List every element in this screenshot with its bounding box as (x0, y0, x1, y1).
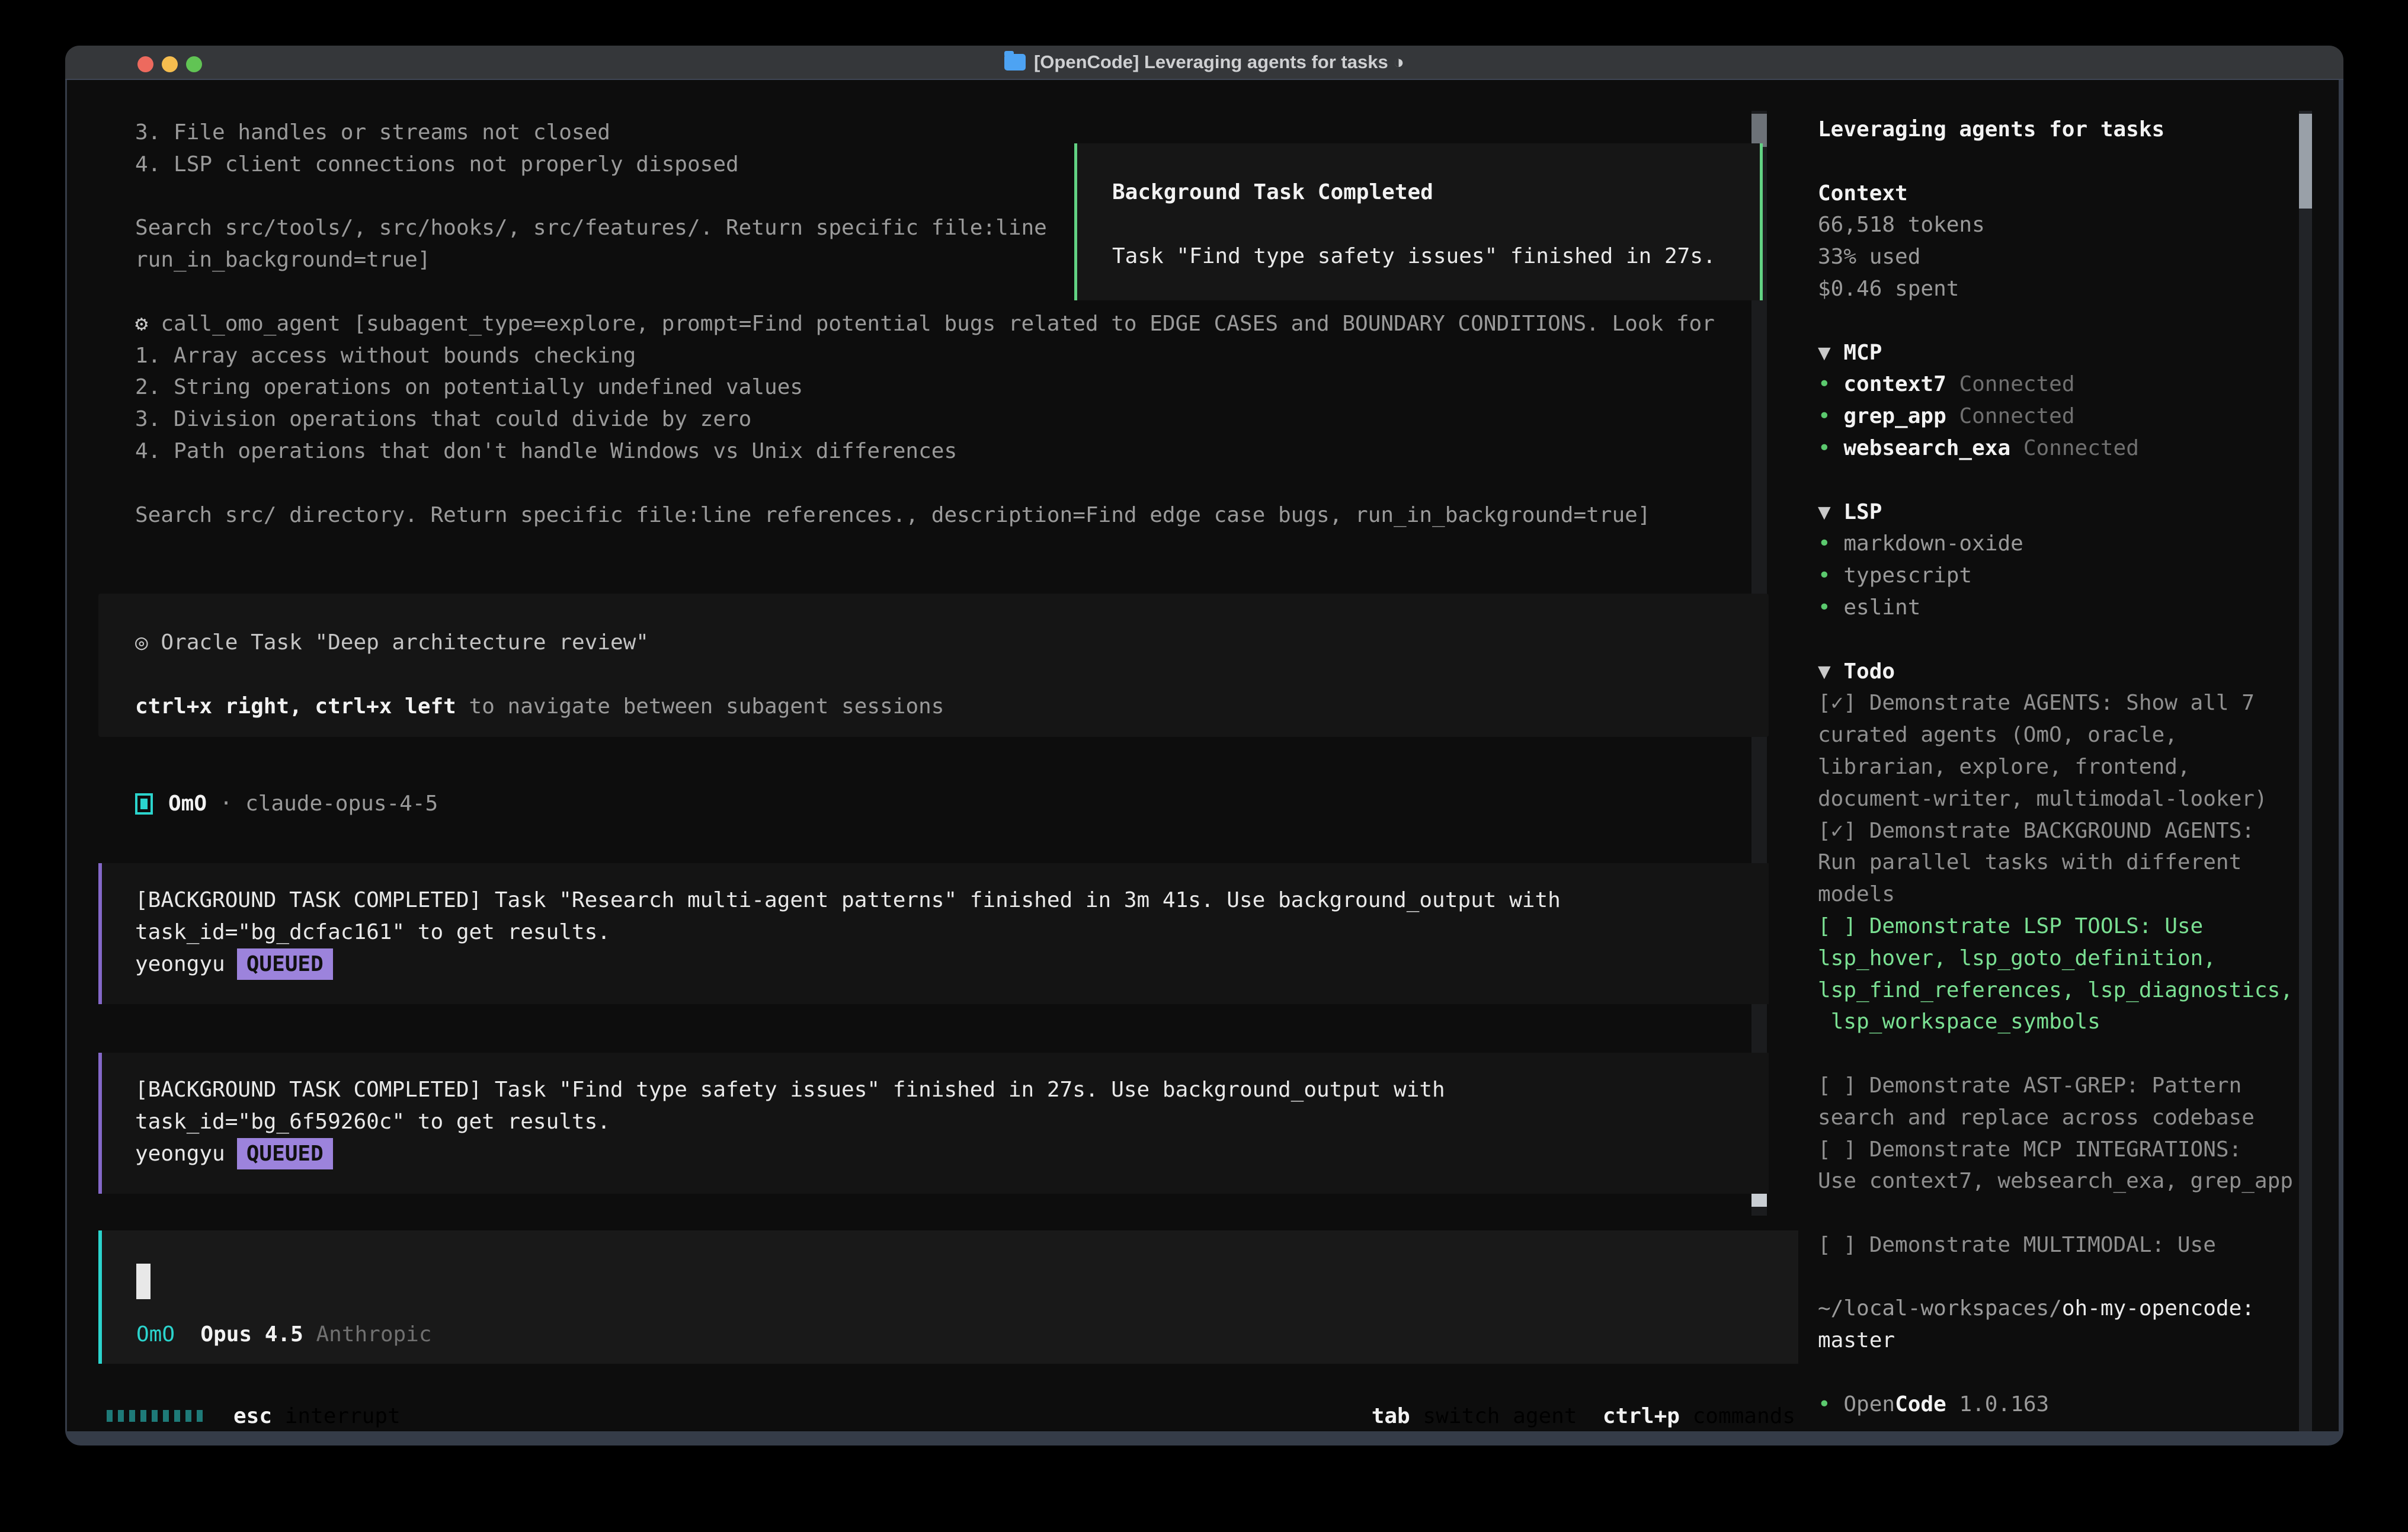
todo-item: [✓] Demonstrate AGENTS: Show all 7 curat… (1818, 687, 2299, 815)
background-task-block: [BACKGROUND TASK COMPLETED] Task "Resear… (98, 863, 1769, 1004)
tool-call-text: call_omo_agent [subagent_type=explore, p… (161, 312, 1715, 336)
oracle-task-title: ◎ Oracle Task "Deep architecture review" (135, 627, 1769, 659)
bullet-icon: • (1818, 372, 1843, 396)
notification-title: Background Task Completed (1112, 177, 1760, 209)
dot-separator: · (220, 791, 233, 816)
context-used: 33% used (1818, 241, 2299, 273)
oracle-hint: ctrl+x right, ctrl+x left to navigate be… (135, 691, 1769, 723)
tool-call-item: 1. Array access without bounds checking (135, 340, 1776, 372)
zoom-button[interactable] (186, 56, 202, 72)
agent-name: OmO (168, 791, 207, 816)
model-info-line: OmO Opus 4.5 Anthropic (136, 1319, 432, 1351)
task-text-line2: task_id="bg_dcfac161" to get results. (135, 916, 1769, 948)
tool-call-item: 2. String operations on potentially unde… (135, 371, 1776, 403)
notification-body: Task "Find type safety issues" finished … (1112, 241, 1760, 273)
mcp-item: • websearch_exa Connected (1818, 432, 2299, 464)
task-text-line1: [BACKGROUND TASK COMPLETED] Task "Find t… (135, 1074, 1769, 1106)
context-header: Context (1818, 178, 2299, 210)
main-scrollbar-thumb-top[interactable] (1751, 114, 1767, 147)
opencode-window: [OpenCode] Leveraging agents for tasks ◑… (65, 46, 2343, 1446)
mcp-item: • grep_app Connected (1818, 400, 2299, 432)
spinner-dots-icon (107, 1410, 203, 1422)
context-spent: $0.46 spent (1818, 273, 2299, 305)
sidebar-scrollbar-track[interactable] (2299, 111, 2312, 1431)
task-user: yeongyu (135, 952, 225, 976)
folder-icon (1004, 54, 1026, 70)
tool-call-item: 4. Path operations that don't handle Win… (135, 435, 1776, 467)
status-label-switch-agent: switch agent (1423, 1404, 1577, 1428)
lsp-item: • typescript (1818, 560, 2299, 592)
context-tokens: 66,518 tokens (1818, 209, 2299, 241)
input-agent-name: OmO (136, 1322, 175, 1347)
gear-icon: ⚙ (135, 312, 148, 336)
window-title: [OpenCode] Leveraging agents for tasks ◑ (1034, 52, 1404, 73)
todo-section-header[interactable]: ▼ Todo (1818, 656, 2299, 688)
task-user: yeongyu (135, 1142, 225, 1166)
status-badge: QUEUED (237, 948, 333, 980)
agent-icon (135, 793, 153, 815)
chevron-down-icon: ▼ (1818, 659, 1843, 684)
status-key-tab: tab (1372, 1404, 1410, 1428)
bullet-icon: • (1818, 595, 1843, 620)
background-task-block: [BACKGROUND TASK COMPLETED] Task "Find t… (98, 1053, 1769, 1194)
input-model-provider: Anthropic (316, 1322, 431, 1347)
todo-item: [✓] Demonstrate BACKGROUND AGENTS: Run p… (1818, 815, 2299, 911)
sidebar-scrollbar-thumb[interactable] (2299, 114, 2312, 209)
oracle-task-panel: ◎ Oracle Task "Deep architecture review"… (98, 594, 1769, 737)
tool-call-tail: Search src/ directory. Return specific f… (135, 499, 1776, 531)
status-label-interrupt: interrupt (285, 1404, 401, 1428)
minimize-button[interactable] (162, 56, 178, 72)
opencode-version: • OpenCode 1.0.163 (1818, 1389, 2299, 1421)
close-button[interactable] (137, 56, 153, 72)
input-model-name: Opus 4.5 (200, 1322, 303, 1347)
todo-item: [ ] Demonstrate MCP INTEGRATIONS: Use co… (1818, 1134, 2299, 1198)
task-text-line2: task_id="bg_6f59260c" to get results. (135, 1106, 1769, 1138)
session-sidebar: Leveraging agents for tasks Context 66,5… (1818, 114, 2299, 1421)
titlebar[interactable]: [OpenCode] Leveraging agents for tasks ◑ (65, 46, 2343, 80)
screen: [OpenCode] Leveraging agents for tasks ◑… (0, 0, 2408, 1532)
mcp-item: • context7 Connected (1818, 368, 2299, 400)
terminal-content: 3. File handles or streams not closed 4.… (67, 80, 2339, 1431)
lsp-item: • eslint (1818, 592, 2299, 624)
chevron-down-icon: ▼ (1818, 341, 1843, 365)
bullet-icon: • (1818, 531, 1843, 556)
lsp-item: • markdown-oxide (1818, 528, 2299, 560)
bullet-icon: • (1818, 436, 1843, 460)
agent-header: OmO · claude-opus-4-5 (135, 788, 438, 820)
task-meta: yeongyu QUEUED (135, 948, 1769, 980)
oracle-hint-keys: ctrl+x right, ctrl+x left (135, 694, 456, 719)
task-meta: yeongyu QUEUED (135, 1138, 1769, 1170)
oracle-hint-rest: to navigate between subagent sessions (456, 694, 944, 719)
todo-item: [ ] Demonstrate LSP TOOLS: Use lsp_hover… (1818, 911, 2299, 1038)
status-key-ctrlp: ctrl+p (1603, 1404, 1680, 1428)
tool-call-line: ⚙ call_omo_agent [subagent_type=explore,… (135, 308, 1776, 340)
bullet-icon: • (1818, 404, 1843, 428)
todo-item: [ ] Demonstrate AST-GREP: Pattern search… (1818, 1070, 2299, 1134)
status-badge: QUEUED (237, 1138, 333, 1170)
status-label-commands: commands (1693, 1404, 1795, 1428)
agent-model: claude-opus-4-5 (245, 791, 438, 816)
oracle-icon: ◎ (135, 630, 148, 655)
lsp-section-header[interactable]: ▼ LSP (1818, 496, 2299, 528)
traffic-lights (137, 56, 202, 72)
status-bar: esc interrupt tab switch agent ctrl+p co… (107, 1400, 1795, 1431)
mcp-section-header[interactable]: ▼ MCP (1818, 337, 2299, 369)
text-cursor (136, 1264, 150, 1299)
prompt-input[interactable]: OmO Opus 4.5 Anthropic (98, 1230, 1798, 1364)
todo-item: [ ] Demonstrate MULTIMODAL: Use (1818, 1229, 2299, 1261)
bullet-icon: • (1818, 1392, 1843, 1416)
chevron-down-icon: ▼ (1818, 500, 1843, 524)
workspace-branch: master (1818, 1325, 2299, 1357)
session-title: Leveraging agents for tasks (1818, 114, 2299, 146)
status-key-esc: esc (233, 1404, 272, 1428)
background-task-notification: Background Task Completed Task "Find typ… (1074, 143, 1763, 300)
tool-call-item: 3. Division operations that could divide… (135, 403, 1776, 435)
task-text-line1: [BACKGROUND TASK COMPLETED] Task "Resear… (135, 884, 1769, 916)
workspace-path: ~/local-workspaces/oh-my-opencode: (1818, 1293, 2299, 1325)
bullet-icon: • (1818, 563, 1843, 588)
